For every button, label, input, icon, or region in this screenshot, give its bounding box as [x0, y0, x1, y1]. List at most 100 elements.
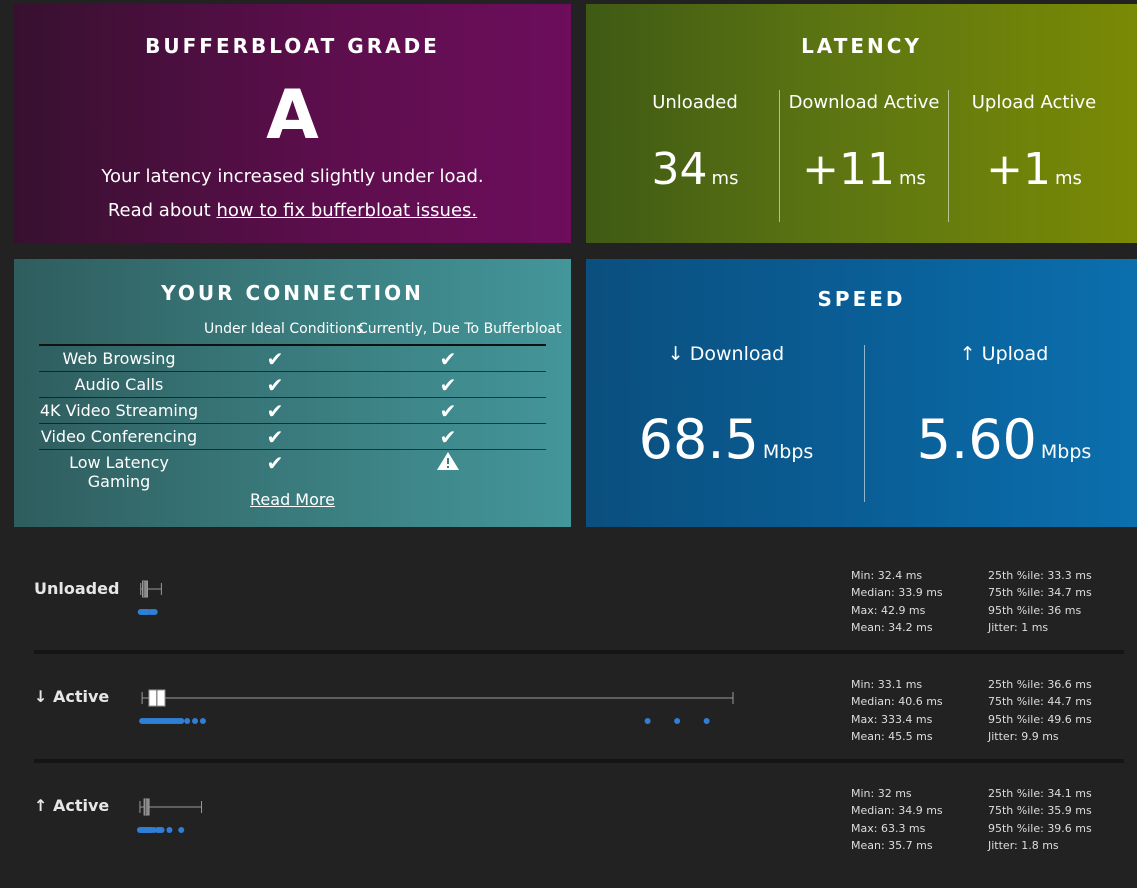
speed-unit: Mbps [1040, 441, 1092, 463]
stat-summary-left: Min: 32.4 ms Median: 33.9 ms Max: 42.9 ms M… [851, 567, 943, 636]
box-plot [136, 798, 203, 833]
grade-letter: A [266, 76, 319, 155]
sample-dot [674, 718, 681, 724]
latency-download-value: +11 ms [779, 144, 949, 205]
sample-dot [192, 718, 199, 724]
stat-jitter: Jitter: 9.9 ms [988, 729, 1059, 743]
stat-jitter: Jitter: 1.8 ms [988, 838, 1059, 852]
stat-p95: 95th %ile: 49.6 ms [988, 712, 1092, 726]
download-number: 68.5 [638, 408, 759, 471]
latency-upload-active: Upload Active +1 ms [949, 88, 1119, 222]
connection-row-name: Video Conferencing [40, 427, 198, 446]
stat-mean: Mean: 45.5 ms [851, 729, 933, 743]
connection-row: 4K Video Streaming ✔ ✔ [39, 397, 546, 423]
speed-title: SPEED [817, 287, 906, 311]
warning-icon [433, 451, 463, 476]
stat-row: ↓ Active Min: 33.1 ms Median: 40.6 ms Max: … [0, 674, 1137, 764]
col-ideal-header: Under Ideal Conditions [204, 321, 364, 337]
stat-p95: 95th %ile: 36 ms [988, 603, 1082, 617]
check-icon: ✔ [439, 425, 457, 449]
check-icon: ✔ [266, 347, 284, 371]
connection-row-name: Low Latency Gaming [69, 453, 169, 491]
stat-row: ↑ Active Min: 32 ms Median: 34.9 ms Max: 63… [0, 783, 1137, 873]
read-more: Read More [14, 490, 571, 509]
grade-read-about: Read about how to fix bufferbloat issues… [14, 200, 571, 221]
latency-unit: ms [1054, 168, 1082, 189]
latency-upload-label: Upload Active [971, 92, 1097, 113]
check-icon: ✔ [266, 425, 284, 449]
stat-min: Min: 33.1 ms [851, 678, 923, 691]
stat-max: Max: 333.4 ms [851, 712, 933, 726]
latency-panel: LATENCY Unloaded 34 ms Download Active +1… [586, 4, 1137, 243]
stat-max: Max: 63.3 ms [851, 821, 926, 835]
latency-download-label: Download Active [788, 92, 940, 113]
connection-row-name: 4K Video Streaming [39, 401, 199, 420]
stat-mean: Mean: 35.7 ms [851, 838, 933, 852]
check-icon: ✔ [266, 451, 284, 475]
stat-median: Median: 34.9 ms [851, 804, 943, 818]
stat-summary-left: Min: 32 ms Median: 34.9 ms Max: 63.3 ms Mea… [851, 785, 943, 854]
stat-p25: 25th %ile: 36.6 ms [988, 678, 1092, 691]
check-icon: ✔ [266, 399, 284, 423]
stat-row-label: ↓ Active [34, 687, 110, 706]
box-plot [137, 580, 162, 615]
fix-bufferbloat-link[interactable]: how to fix bufferbloat issues. [216, 200, 477, 221]
connection-row: Audio Calls ✔ ✔ [39, 371, 546, 397]
stat-min: Min: 32 ms [851, 787, 912, 800]
stat-row-label: ↑ Active [34, 796, 110, 815]
stat-median: Median: 40.6 ms [851, 695, 943, 709]
speed-download: ↓ Download 68.5 Mbps [588, 343, 864, 471]
sample-dot [166, 827, 173, 833]
latency-unit: ms [711, 168, 739, 189]
latency-unloaded-number: 34 [651, 144, 708, 195]
connection-row: Video Conferencing ✔ ✔ [39, 423, 546, 449]
speed-divider [864, 345, 865, 502]
box-plot [139, 689, 734, 724]
read-more-link[interactable]: Read More [250, 490, 335, 509]
stat-jitter: Jitter: 1 ms [988, 620, 1049, 634]
sample-dot [151, 609, 158, 615]
grade-message: Your latency increased slightly under lo… [101, 166, 484, 187]
connection-row: Web Browsing ✔ ✔ [39, 344, 546, 371]
check-icon: ✔ [439, 399, 457, 423]
sample-dot [178, 718, 185, 724]
stat-min: Min: 32.4 ms [851, 569, 923, 582]
upload-value: 5.60 Mbps [866, 409, 1137, 483]
stat-max: Max: 42.9 ms [851, 603, 926, 617]
sample-dot [178, 827, 185, 833]
sample-dot [644, 718, 651, 724]
stat-p75: 75th %ile: 35.9 ms [988, 804, 1092, 818]
stat-p25: 25th %ile: 33.3 ms [988, 569, 1092, 582]
stat-mean: Mean: 34.2 ms [851, 620, 933, 634]
stat-summary-right: 25th %ile: 33.3 ms 75th %ile: 34.7 ms 95th… [988, 567, 1092, 636]
speed-panel: SPEED ↓ Download 68.5 Mbps ↑ Upload 5.60 M… [586, 259, 1137, 527]
latency-unloaded-label: Unloaded [652, 92, 738, 113]
read-about-prefix: Read about [107, 200, 217, 221]
connection-title: YOUR CONNECTION [161, 281, 424, 305]
latency-unit: ms [898, 168, 926, 189]
sample-dot [199, 718, 206, 724]
stat-median: Median: 33.9 ms [851, 586, 943, 600]
upload-number: 5.60 [916, 408, 1037, 471]
stat-p25: 25th %ile: 34.1 ms [988, 787, 1092, 800]
connection-table: Web Browsing ✔ ✔ Audio Calls ✔ ✔ 4K Video Stre… [39, 344, 546, 491]
latency-title: LATENCY [801, 34, 922, 58]
download-value: 68.5 Mbps [588, 409, 864, 483]
latency-download-number: +11 [802, 144, 895, 195]
latency-upload-value: +1 ms [949, 144, 1119, 205]
stat-row-label: Unloaded [34, 579, 120, 598]
stat-p75: 75th %ile: 44.7 ms [988, 695, 1092, 709]
stat-summary-right: 25th %ile: 34.1 ms 75th %ile: 35.9 ms 95th… [988, 785, 1092, 854]
stat-summary-right: 25th %ile: 36.6 ms 75th %ile: 44.7 ms 95th… [988, 676, 1092, 745]
your-connection-panel: YOUR CONNECTION Under Ideal Conditions C… [14, 259, 571, 527]
latency-download-active: Download Active +11 ms [779, 88, 949, 222]
upload-label: ↑ Upload [959, 343, 1049, 365]
latency-upload-number: +1 [986, 144, 1051, 195]
stat-p75: 75th %ile: 34.7 ms [988, 586, 1092, 600]
check-icon: ✔ [439, 373, 457, 397]
box-iqr [143, 798, 150, 816]
bufferbloat-grade-panel: BUFFERBLOAT GRADE A Your latency increas… [14, 4, 571, 243]
stat-row: Unloaded Min: 32.4 ms Median: 33.9 ms Max: … [0, 565, 1137, 655]
sample-dot [158, 827, 165, 833]
connection-row-name: Web Browsing [62, 349, 176, 368]
